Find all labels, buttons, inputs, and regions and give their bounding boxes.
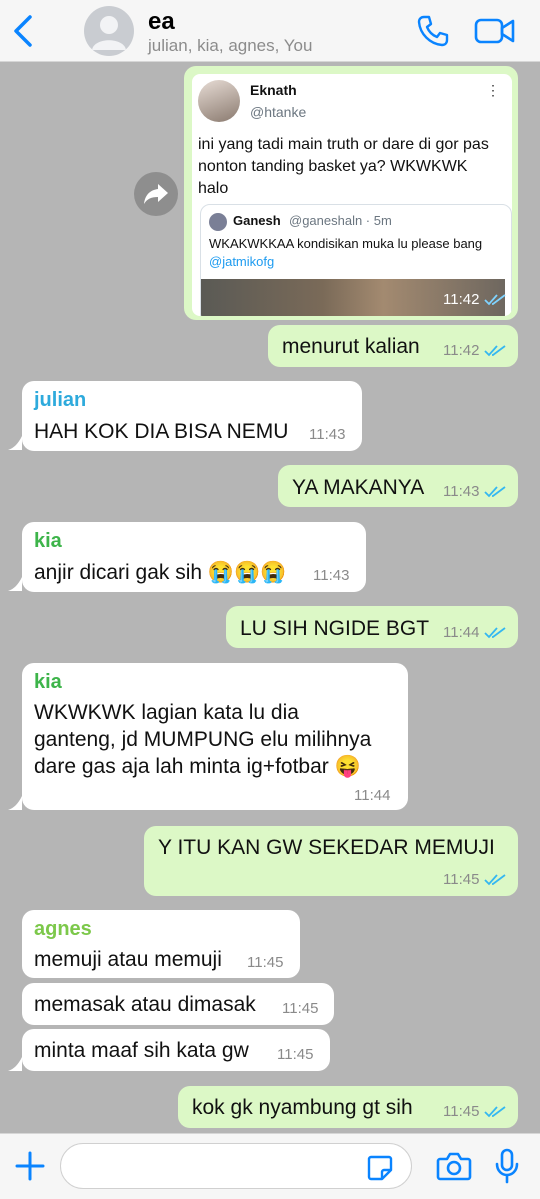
chevron-left-icon[interactable] — [10, 14, 36, 48]
quoted-tweet-body: WKAKWKKAA kondisikan muka lu please bang — [209, 236, 483, 251]
double-check-icon — [484, 874, 506, 886]
message-time: 11:43 — [313, 567, 350, 584]
message-text: menurut kalian — [282, 335, 420, 358]
message-time: 11:43 — [309, 426, 346, 443]
bubble-tail — [8, 796, 22, 810]
message-time: 11:42 — [443, 342, 480, 359]
quoted-tweet-text: WKAKWKKAA kondisikan muka lu please bang… — [209, 235, 499, 271]
tweet-card[interactable]: Eknath @htanke ⋮ ini yang tadi main trut… — [192, 74, 512, 316]
double-check-icon — [484, 345, 506, 357]
tweet-text: ini yang tadi main truth or dare di gor … — [198, 136, 489, 197]
message-text-line: ganteng, jd MUMPUNG elu milihnya — [34, 728, 372, 751]
chat-title[interactable]: ea — [148, 8, 175, 36]
microphone-icon[interactable] — [494, 1148, 520, 1184]
bubble-tail — [8, 436, 22, 450]
plus-icon[interactable] — [14, 1150, 46, 1182]
message-time: 11:42 — [443, 291, 480, 308]
sender-name[interactable]: agnes — [34, 918, 92, 941]
message-time: 11:45 — [443, 1103, 480, 1120]
message-time: 11:45 — [443, 871, 480, 888]
message-time: 11:45 — [247, 954, 284, 971]
person-silhouette-icon — [92, 16, 126, 50]
message-time: 11:44 — [354, 787, 391, 804]
message-text: LU SIH NGIDE BGT — [240, 617, 430, 640]
chat-participants[interactable]: julian, kia, agnes, You — [148, 36, 312, 56]
double-check-icon — [484, 627, 506, 639]
message-text: minta maaf sih kata gw — [34, 1039, 249, 1062]
quoted-author-name: Ganesh — [233, 213, 281, 228]
quoted-tweet-mention[interactable]: @jatmikofg — [209, 254, 274, 269]
more-options-icon[interactable]: ⋮ — [486, 82, 500, 99]
double-check-icon — [484, 1106, 506, 1118]
message-time: 11:45 — [282, 1000, 319, 1017]
message-text: HAH KOK DIA BISA NEMU — [34, 420, 289, 443]
phone-icon[interactable] — [416, 14, 450, 48]
message-time: 11:44 — [443, 624, 480, 641]
message-text-line: dare gas aja lah minta ig+fotbar 😝 — [34, 755, 361, 778]
sender-name[interactable]: kia — [34, 671, 62, 694]
message-text: memasak atau dimasak — [34, 993, 256, 1016]
double-check-icon — [484, 486, 506, 498]
tweet-author-avatar — [198, 80, 240, 122]
message-text: memuji atau memuji — [34, 948, 222, 971]
message-text: Y ITU KAN GW SEKEDAR MEMUJI — [158, 836, 495, 859]
group-avatar[interactable] — [84, 6, 134, 56]
message-input-bar — [0, 1133, 540, 1199]
camera-icon[interactable] — [436, 1150, 472, 1182]
video-camera-icon[interactable] — [474, 17, 516, 45]
quoted-author-avatar — [209, 213, 227, 231]
sticker-icon[interactable] — [366, 1154, 394, 1182]
sender-name[interactable]: kia — [34, 530, 62, 553]
quoted-author-handle: @ganeshaln · 5m — [289, 213, 392, 228]
message-text: anjir dicari gak sih 😭😭😭 — [34, 561, 287, 584]
chat-header: ea julian, kia, agnes, You — [0, 0, 540, 62]
tweet-author-name: Eknath — [250, 82, 297, 98]
message-input[interactable] — [60, 1143, 412, 1189]
bubble-tail — [8, 1057, 22, 1071]
message-text-line: WKWKWK lagian kata lu dia — [34, 701, 299, 724]
forward-button[interactable] — [134, 172, 178, 216]
message-text: kok gk nyambung gt sih — [192, 1096, 413, 1119]
forward-arrow-icon — [144, 184, 168, 204]
message-time: 11:43 — [443, 483, 480, 500]
message-text: YA MAKANYA — [292, 476, 425, 499]
bubble-tail — [8, 577, 22, 591]
tweet-author-handle: @htanke — [250, 104, 307, 120]
double-check-icon — [484, 294, 506, 306]
message-time: 11:45 — [277, 1046, 314, 1063]
sender-name[interactable]: julian — [34, 389, 86, 412]
